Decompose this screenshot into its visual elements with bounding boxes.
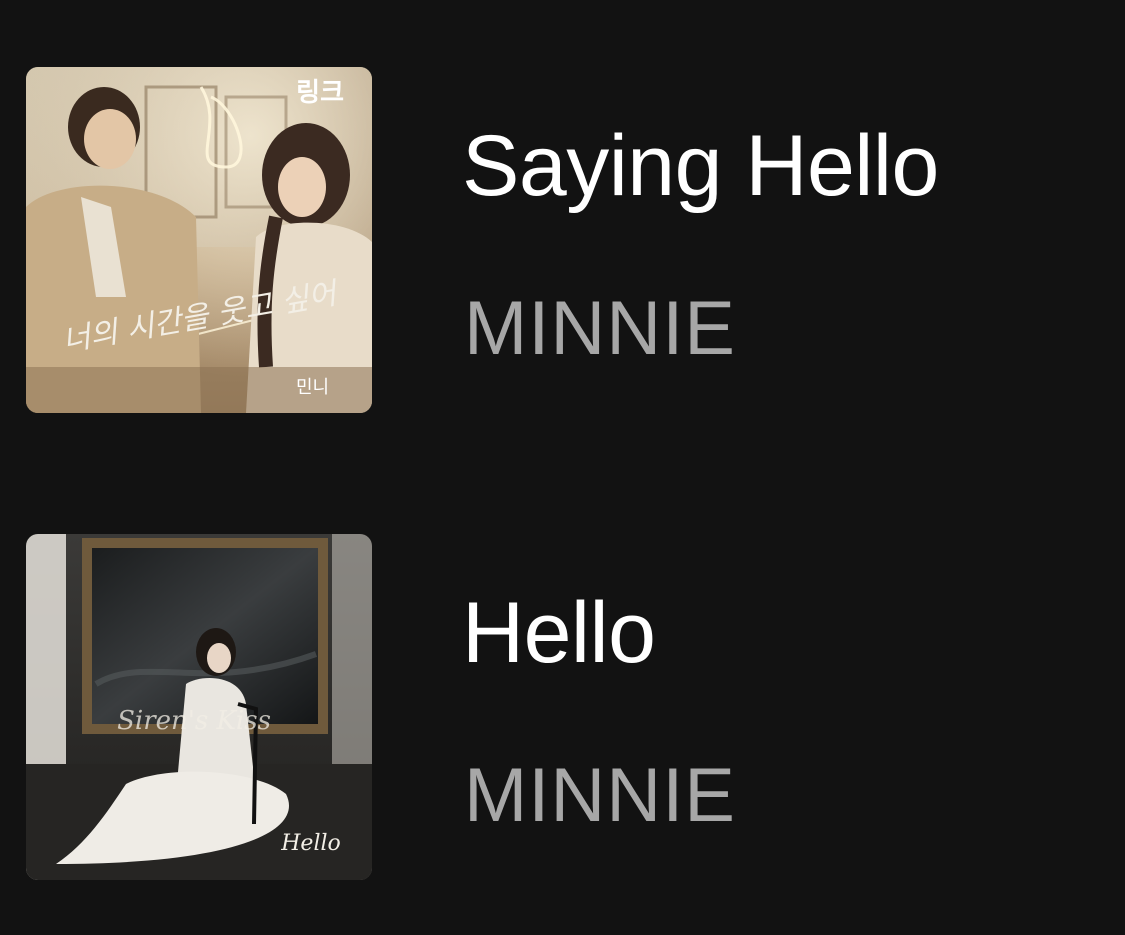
album-cover[interactable]: 링크 너의 시간을 웃고 싶어 민니: [26, 67, 372, 413]
track-meta: Saying Hello MINNIE: [462, 60, 1122, 420]
cover-center-text: Siren's Kiss: [117, 706, 271, 736]
album-art-hello-icon: Siren's Kiss Hello: [26, 534, 372, 880]
track-meta: Hello MINNIE: [462, 527, 1122, 887]
track-artist[interactable]: MINNIE: [464, 751, 736, 841]
cover-top-text: 링크: [296, 78, 344, 108]
album-cover[interactable]: Siren's Kiss Hello: [26, 534, 372, 880]
cover-bottom-text: 민니: [296, 377, 329, 398]
cover-bottom-text: Hello: [280, 831, 341, 856]
track-row[interactable]: 링크 너의 시간을 웃고 싶어 민니 Saying Hello MINNIE: [0, 60, 1125, 420]
track-artist[interactable]: MINNIE: [464, 284, 736, 374]
track-title[interactable]: Hello: [462, 583, 656, 683]
album-art-saying-hello-icon: 링크 너의 시간을 웃고 싶어 민니: [26, 67, 372, 413]
track-row[interactable]: Siren's Kiss Hello Hello MINNIE: [0, 527, 1125, 887]
track-title[interactable]: Saying Hello: [462, 116, 939, 216]
